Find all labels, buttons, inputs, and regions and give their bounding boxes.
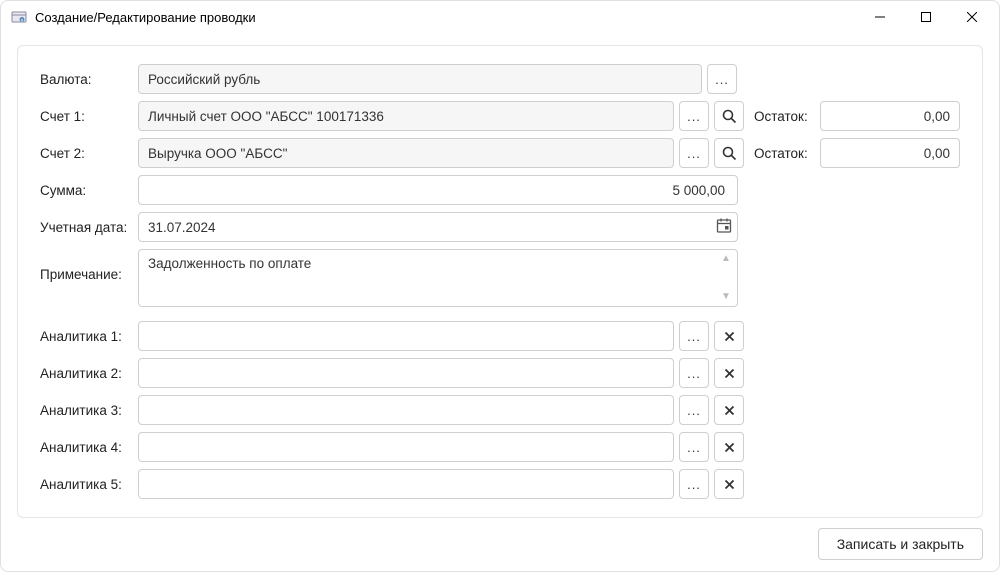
balance2-label: Остаток: [754, 146, 812, 161]
analytic1-label: Аналитика 1: [40, 329, 138, 344]
app-icon: $ [11, 9, 27, 25]
clear-icon [725, 332, 734, 341]
analytic4-clear-button[interactable] [714, 432, 744, 462]
analytic4-label: Аналитика 4: [40, 440, 138, 455]
analytic2-row: Аналитика 2: ... [40, 358, 960, 388]
spinner-up-icon[interactable]: ▲ [719, 254, 733, 264]
note-text: Задолженность по оплате [148, 256, 311, 271]
amount-label: Сумма: [40, 183, 138, 198]
analytic2-field[interactable] [138, 358, 674, 388]
date-row: Учетная дата: 31.07.2024 [40, 212, 960, 242]
note-row: Примечание: Задолженность по оплате ▲ ▼ [40, 249, 960, 307]
form-panel: Валюта: Российский рубль ... Счет 1: Лич… [17, 45, 983, 518]
account1-label: Счет 1: [40, 109, 138, 124]
account1-field[interactable]: Личный счет ООО "АБСС" 100171336 [138, 101, 674, 131]
analytic3-label: Аналитика 3: [40, 403, 138, 418]
analytic4-browse-button[interactable]: ... [679, 432, 709, 462]
analytic3-field[interactable] [138, 395, 674, 425]
analytic2-label: Аналитика 2: [40, 366, 138, 381]
account1-row: Счет 1: Личный счет ООО "АБСС" 100171336… [40, 101, 960, 131]
account1-browse-button[interactable]: ... [679, 101, 709, 131]
save-and-close-button[interactable]: Записать и закрыть [818, 528, 983, 560]
account2-label: Счет 2: [40, 146, 138, 161]
analytic2-clear-button[interactable] [714, 358, 744, 388]
maximize-button[interactable] [903, 1, 949, 33]
search-icon [722, 146, 737, 161]
currency-row: Валюта: Российский рубль ... [40, 64, 960, 94]
analytic3-browse-button[interactable]: ... [679, 395, 709, 425]
account2-search-button[interactable] [714, 138, 744, 168]
clear-icon [725, 369, 734, 378]
analytic5-field[interactable] [138, 469, 674, 499]
window-title: Создание/Редактирование проводки [35, 10, 857, 25]
currency-label: Валюта: [40, 72, 138, 87]
currency-browse-button[interactable]: ... [707, 64, 737, 94]
balance1-label: Остаток: [754, 109, 812, 124]
close-button[interactable] [949, 1, 995, 33]
clear-icon [725, 443, 734, 452]
analytic4-row: Аналитика 4: ... [40, 432, 960, 462]
analytic1-row: Аналитика 1: ... [40, 321, 960, 351]
minimize-button[interactable] [857, 1, 903, 33]
titlebar: $ Создание/Редактирование проводки [1, 1, 999, 33]
footer: Записать и закрыть [17, 518, 983, 560]
analytic1-clear-button[interactable] [714, 321, 744, 351]
analytic4-field[interactable] [138, 432, 674, 462]
spinner-down-icon[interactable]: ▼ [719, 292, 733, 302]
currency-field[interactable]: Российский рубль [138, 64, 702, 94]
search-icon [722, 109, 737, 124]
account1-search-button[interactable] [714, 101, 744, 131]
balance2-field: 0,00 [820, 138, 960, 168]
clear-icon [725, 480, 734, 489]
date-field[interactable]: 31.07.2024 [138, 212, 738, 242]
analytic5-browse-button[interactable]: ... [679, 469, 709, 499]
analytic3-clear-button[interactable] [714, 395, 744, 425]
clear-icon [725, 406, 734, 415]
account2-browse-button[interactable]: ... [679, 138, 709, 168]
date-label: Учетная дата: [40, 220, 138, 235]
window-controls [857, 1, 995, 33]
analytic2-browse-button[interactable]: ... [679, 358, 709, 388]
calendar-icon[interactable] [716, 218, 732, 237]
account2-field[interactable]: Выручка ООО "АБСС" [138, 138, 674, 168]
analytic1-field[interactable] [138, 321, 674, 351]
analytic5-row: Аналитика 5: ... [40, 469, 960, 499]
app-window: $ Создание/Редактирование проводки Валют… [0, 0, 1000, 572]
note-label: Примечание: [40, 249, 138, 282]
balance1-field: 0,00 [820, 101, 960, 131]
analytic3-row: Аналитика 3: ... [40, 395, 960, 425]
amount-row: Сумма: 5 000,00 [40, 175, 960, 205]
analytic1-browse-button[interactable]: ... [679, 321, 709, 351]
content-area: Валюта: Российский рубль ... Счет 1: Лич… [1, 33, 999, 576]
account2-row: Счет 2: Выручка ООО "АБСС" ... Остаток: … [40, 138, 960, 168]
analytic5-label: Аналитика 5: [40, 477, 138, 492]
note-spinner: ▲ ▼ [719, 254, 733, 302]
analytic5-clear-button[interactable] [714, 469, 744, 499]
amount-field[interactable]: 5 000,00 [138, 175, 738, 205]
note-field[interactable]: Задолженность по оплате ▲ ▼ [138, 249, 738, 307]
